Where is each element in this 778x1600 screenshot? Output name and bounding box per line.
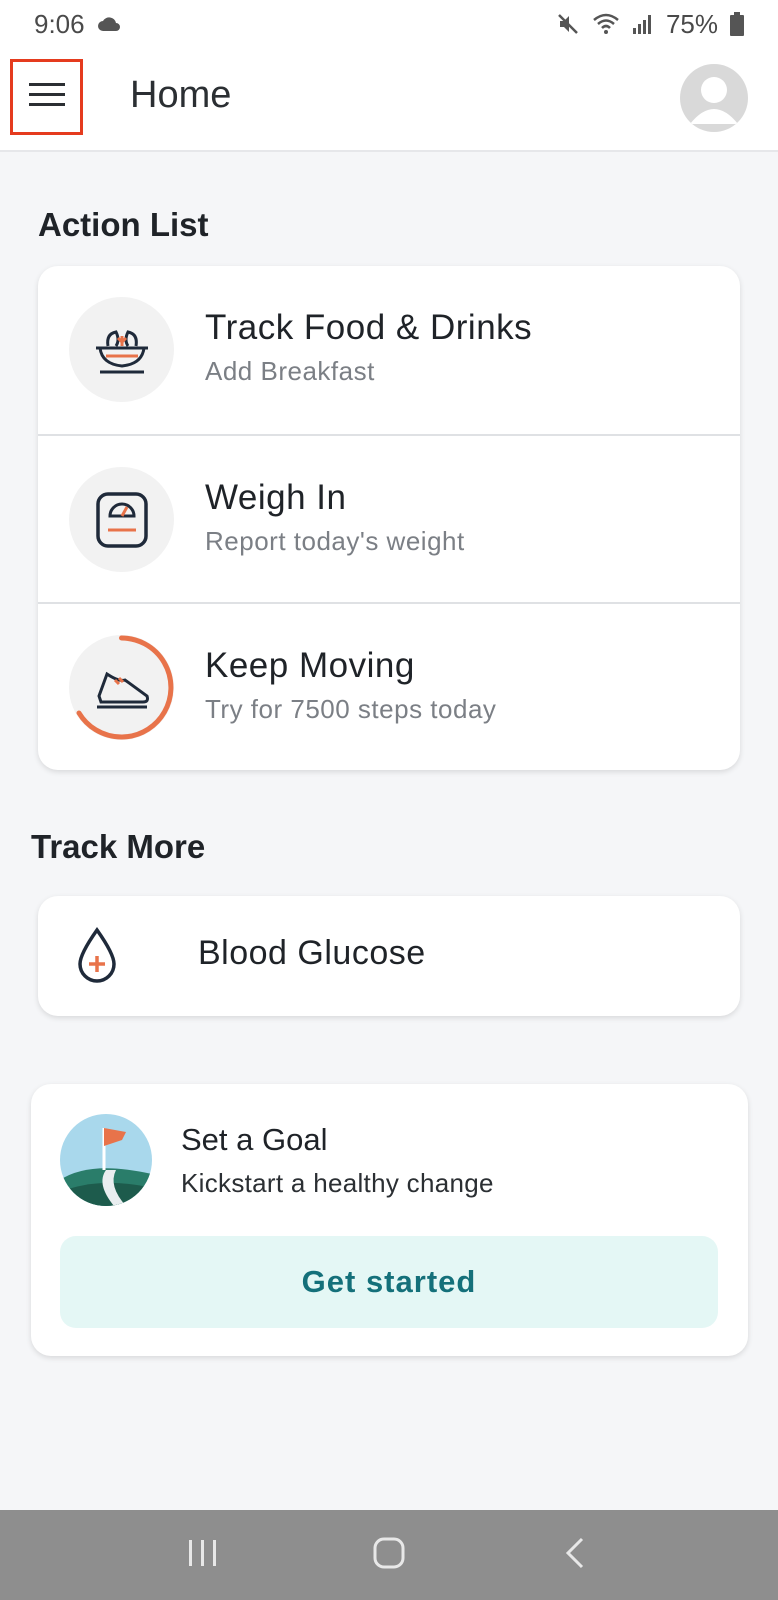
app-bar: Home [0,48,778,152]
signal-icon [632,13,654,35]
action-subtitle: Try for 7500 steps today [205,694,497,724]
action-title: Weigh In [205,478,347,517]
mute-icon [556,12,580,36]
track-more-heading: Track More [31,828,206,865]
recent-apps-icon [187,1538,219,1573]
action-title: Track Food & Drinks [205,308,533,347]
set-goal-card: Set a Goal Kickstart a healthy change Ge… [31,1084,748,1356]
system-navigation-bar [0,1510,778,1600]
user-avatar-icon [680,77,748,132]
battery-icon [730,12,744,36]
home-screen: 9:06 75% Home Action List Track Food & D… [0,0,778,1600]
home-button[interactable] [359,1525,419,1585]
action-text: Track Food & Drinks Add Breakfast [205,308,532,387]
battery-text: 75% [665,8,718,39]
blood-glucose-label: Blood Glucose [198,934,426,972]
wifi-icon [592,12,620,36]
action-subtitle: Add Breakfast [205,356,375,386]
sneaker-icon [69,635,174,740]
status-bar: 9:06 75% [0,0,778,48]
action-title: Keep Moving [205,646,415,685]
action-item-weigh-in[interactable]: Weigh In Report today's weight [38,434,740,602]
status-time: 9:06 [34,8,85,39]
avatar[interactable] [680,64,748,132]
goal-subtitle: Kickstart a healthy change [181,1168,494,1198]
action-text: Keep Moving Try for 7500 steps today [205,646,496,725]
action-list-heading: Action List [38,206,209,243]
action-text: Weigh In Report today's weight [205,478,465,557]
get-started-button[interactable]: Get started [60,1236,718,1328]
status-right: 75% [556,9,744,40]
menu-button[interactable] [10,59,83,135]
action-list-card: Track Food & Drinks Add Breakfast Weigh … [38,266,740,770]
goal-flag-icon [60,1114,152,1206]
hamburger-menu-icon [28,82,65,113]
salad-bowl-icon [69,297,174,402]
status-left: 9:06 [34,9,123,40]
action-subtitle: Report today's weight [205,526,465,556]
home-icon [372,1536,406,1575]
scale-icon [69,467,174,572]
back-icon [564,1536,586,1575]
page-title: Home [130,74,232,116]
blood-drop-icon [74,926,120,991]
action-item-track-food[interactable]: Track Food & Drinks Add Breakfast [38,266,740,434]
recent-apps-button[interactable] [173,1525,233,1585]
back-button[interactable] [545,1525,605,1585]
action-item-keep-moving[interactable]: Keep Moving Try for 7500 steps today [38,602,740,770]
cloud-icon [97,9,123,40]
goal-title: Set a Goal [181,1122,328,1157]
blood-glucose-card[interactable]: Blood Glucose [38,896,740,1016]
